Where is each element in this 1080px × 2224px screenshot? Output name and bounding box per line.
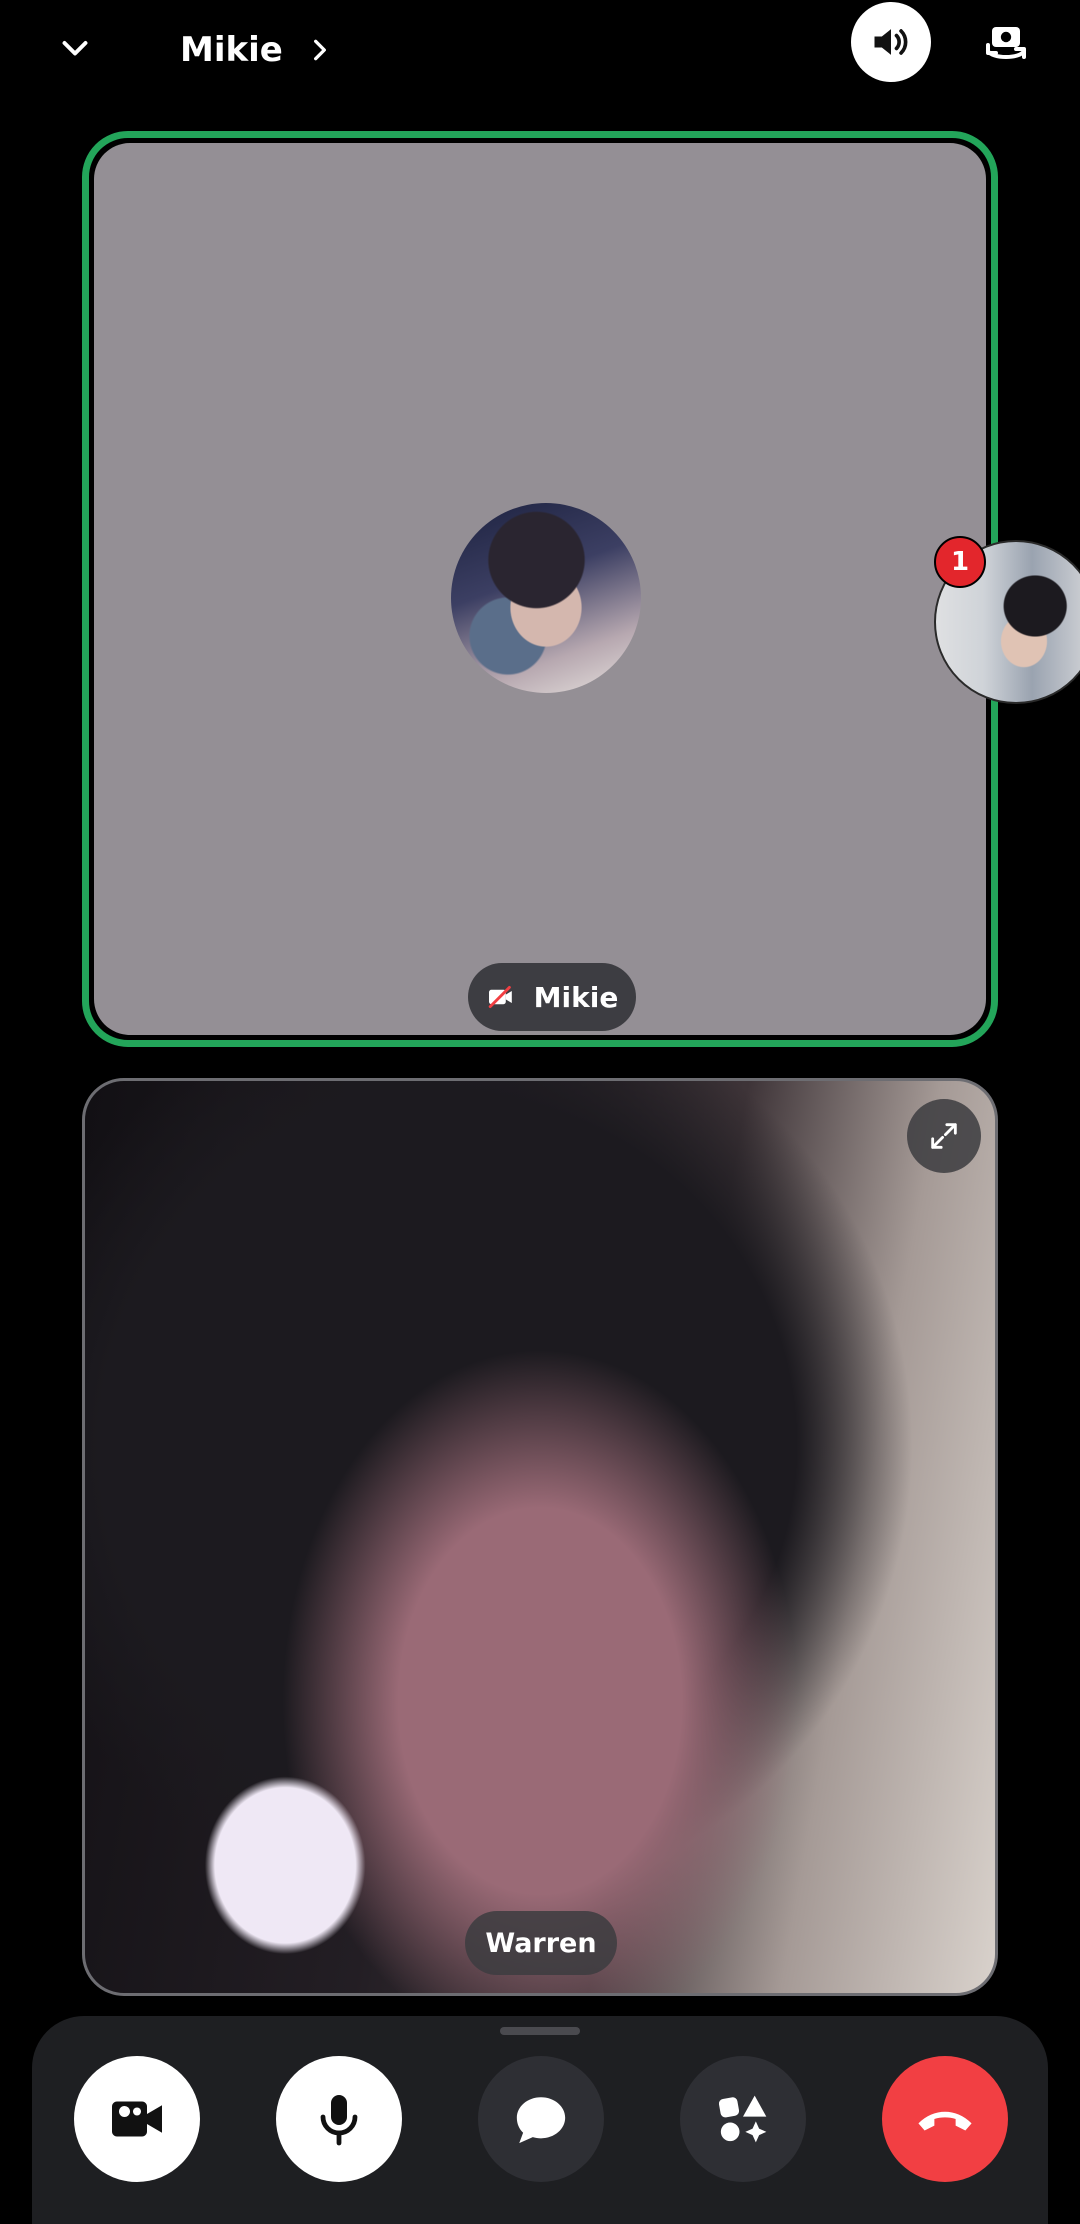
participant-name-pill: Warren xyxy=(465,1911,617,1975)
badge-count: 1 xyxy=(950,547,970,577)
video-icon xyxy=(112,2101,162,2137)
microphone-button[interactable] xyxy=(276,2056,402,2182)
camera-off-icon xyxy=(488,985,512,1009)
tile-background: Mikie xyxy=(94,143,986,1035)
expand-button[interactable] xyxy=(907,1099,981,1173)
participant-tile-warren[interactable]: Warren xyxy=(82,1078,998,1996)
collapse-button[interactable] xyxy=(40,14,110,84)
chevron-right-icon xyxy=(313,39,326,61)
speaker-button[interactable] xyxy=(851,2,931,82)
chevron-down-icon xyxy=(62,41,88,56)
participant-name-pill: Mikie xyxy=(468,963,636,1031)
chat-button[interactable] xyxy=(478,2056,604,2182)
participant-tile-mikie[interactable]: Mikie xyxy=(82,131,998,1047)
camera-flip-icon xyxy=(986,27,1026,59)
activities-button[interactable] xyxy=(680,2056,806,2182)
camera-flip-button[interactable] xyxy=(966,8,1046,78)
end-call-icon xyxy=(918,2111,972,2131)
activities-icon xyxy=(718,2095,767,2143)
expand-icon xyxy=(931,1123,957,1149)
speaker-icon xyxy=(874,29,908,55)
chat-icon xyxy=(516,2097,566,2144)
participant-name: Warren xyxy=(485,1927,597,1959)
call-title[interactable]: Mikie xyxy=(180,18,333,82)
participant-name: Mikie xyxy=(533,980,619,1014)
notification-badge: 1 xyxy=(934,536,986,588)
drag-handle[interactable] xyxy=(500,2027,580,2035)
avatar xyxy=(451,503,641,693)
video-button[interactable] xyxy=(74,2056,200,2182)
microphone-icon xyxy=(320,2095,358,2146)
end-call-button[interactable] xyxy=(882,2056,1008,2182)
channel-title: Mikie xyxy=(180,30,283,70)
